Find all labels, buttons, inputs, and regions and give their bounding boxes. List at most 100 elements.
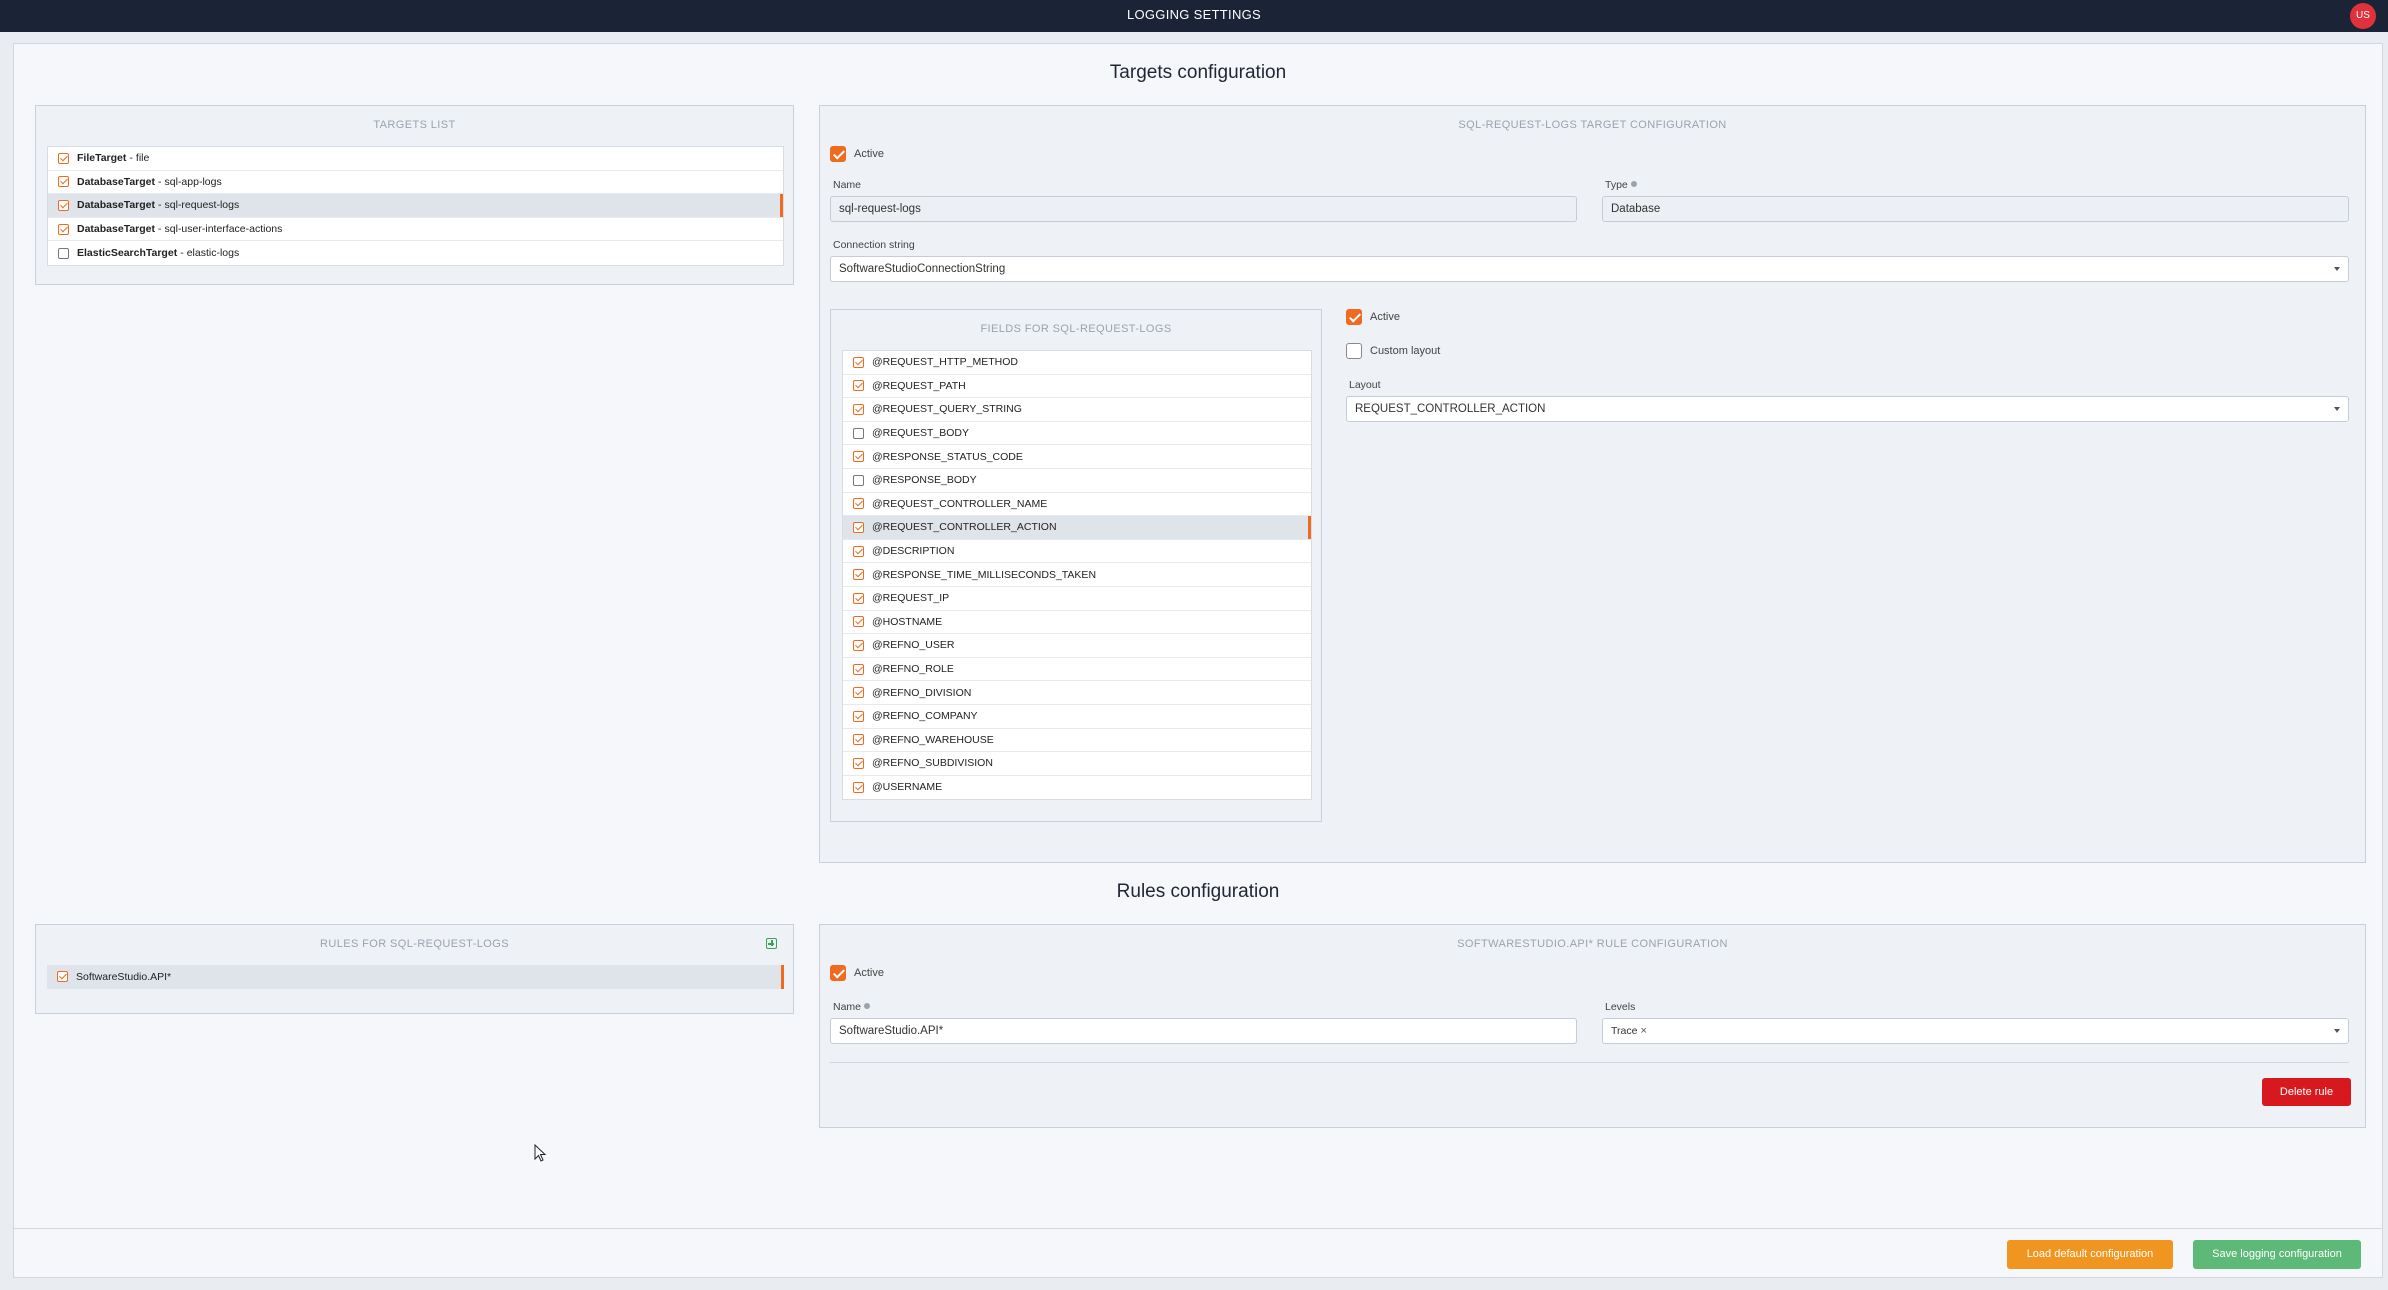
- target-separator: -: [158, 175, 162, 188]
- rule-levels-select[interactable]: Trace ×: [1602, 1018, 2349, 1044]
- field-label: @REQUEST_PATH: [872, 379, 966, 392]
- field-checkbox[interactable]: [853, 474, 864, 486]
- custom-layout-toggle[interactable]: Custom layout: [1346, 343, 1440, 359]
- field-active-toggle[interactable]: Active: [1346, 309, 1400, 325]
- target-type: DatabaseTarget: [77, 175, 156, 188]
- field-label: @REFNO_DIVISION: [872, 686, 972, 699]
- custom-layout-checkbox[interactable]: [1346, 343, 1362, 359]
- field-list-item[interactable]: @REFNO_DIVISION: [843, 681, 1311, 705]
- rule-list-item[interactable]: SoftwareStudio.API*: [47, 965, 784, 989]
- rule-active-toggle[interactable]: Active: [830, 965, 884, 981]
- field-checkbox[interactable]: [853, 663, 864, 675]
- field-checkbox[interactable]: [853, 569, 864, 581]
- field-checkbox[interactable]: [853, 781, 864, 793]
- field-checkbox[interactable]: [853, 403, 864, 415]
- field-checkbox[interactable]: [853, 545, 864, 557]
- layout-label: Layout: [1349, 379, 1381, 391]
- target-checkbox[interactable]: [58, 176, 69, 188]
- field-label: @REFNO_ROLE: [872, 663, 954, 676]
- user-avatar[interactable]: US: [2350, 3, 2376, 29]
- field-list-item[interactable]: @RESPONSE_STATUS_CODE: [843, 445, 1311, 469]
- info-icon[interactable]: [864, 1003, 871, 1009]
- connection-string-select[interactable]: SoftwareStudioConnectionString: [830, 256, 2349, 282]
- delete-rule-button[interactable]: Delete rule: [2262, 1078, 2351, 1106]
- field-label: @REQUEST_BODY: [872, 427, 970, 440]
- target-list-item[interactable]: DatabaseTarget - sql-app-logs: [48, 171, 783, 195]
- field-list-item[interactable]: @REFNO_ROLE: [843, 658, 1311, 682]
- field-active-checkbox[interactable]: [1346, 309, 1362, 325]
- target-checkbox[interactable]: [58, 223, 69, 235]
- window-title: LOGGING SETTINGS: [1126, 7, 1262, 22]
- field-label: @DESCRIPTION: [872, 545, 955, 558]
- rules-list-panel: RULES FOR SQL-REQUEST-LOGS SoftwareStudi…: [35, 924, 794, 1014]
- target-name: elastic-logs: [186, 247, 240, 260]
- rule-active-checkbox[interactable]: [830, 965, 846, 981]
- target-active-toggle[interactable]: Active: [830, 146, 884, 162]
- target-list-item[interactable]: ElasticSearchTarget - elastic-logs: [48, 241, 783, 265]
- field-list-item[interactable]: @REFNO_WAREHOUSE: [843, 729, 1311, 753]
- target-active-checkbox[interactable]: [830, 146, 846, 162]
- top-bar: LOGGING SETTINGS US: [0, 0, 2388, 32]
- rule-name-input[interactable]: SoftwareStudio.API*: [830, 1018, 1577, 1044]
- footer-divider: [14, 1228, 2382, 1229]
- target-name: sql-user-interface-actions: [164, 223, 283, 236]
- info-icon[interactable]: [1630, 181, 1637, 187]
- remove-tag-icon[interactable]: ×: [1640, 1019, 1646, 1043]
- target-checkbox[interactable]: [58, 247, 69, 259]
- target-type-input: Database: [1602, 196, 2349, 222]
- load-default-configuration-button[interactable]: Load default configuration: [2007, 1240, 2173, 1269]
- field-checkbox[interactable]: [853, 380, 864, 392]
- field-checkbox[interactable]: [853, 616, 864, 628]
- field-checkbox[interactable]: [853, 451, 864, 463]
- field-label: @REQUEST_CONTROLLER_NAME: [872, 497, 1048, 510]
- field-list-item[interactable]: @REFNO_SUBDIVISION: [843, 752, 1311, 776]
- field-list-item[interactable]: @REQUEST_PATH: [843, 375, 1311, 399]
- field-list-item[interactable]: @REQUEST_HTTP_METHOD: [843, 351, 1311, 375]
- target-type-label: Type: [1605, 179, 1637, 191]
- field-checkbox[interactable]: [853, 356, 864, 368]
- field-list-item[interactable]: @REQUEST_CONTROLLER_ACTION: [843, 516, 1311, 540]
- field-active-label: Active: [1370, 311, 1400, 323]
- target-checkbox[interactable]: [58, 199, 69, 211]
- target-checkbox[interactable]: [58, 152, 69, 164]
- target-list-item[interactable]: DatabaseTarget - sql-user-interface-action…: [48, 218, 783, 242]
- target-config-header: SQL-REQUEST-LOGS TARGET CONFIGURATION: [1458, 119, 1727, 131]
- field-checkbox[interactable]: [853, 734, 864, 746]
- rules-section-title: Rules configuration: [1116, 881, 1280, 902]
- field-list-item[interactable]: @REFNO_USER: [843, 634, 1311, 658]
- field-label: @RESPONSE_BODY: [872, 474, 977, 487]
- fields-panel: FIELDS FOR SQL-REQUEST-LOGS @REQUEST_HTT…: [830, 309, 1322, 822]
- fields-list: @REQUEST_HTTP_METHOD @REQUEST_PATH @REQUES…: [842, 350, 1312, 801]
- field-list-item[interactable]: @REFNO_COMPANY: [843, 705, 1311, 729]
- target-name-input[interactable]: sql-request-logs: [830, 196, 1577, 222]
- target-separator: -: [158, 199, 162, 212]
- rule-config-panel: SOFTWARESTUDIO.API* RULE CONFIGURATION A…: [819, 924, 2366, 1128]
- field-list-item[interactable]: @REQUEST_CONTROLLER_NAME: [843, 493, 1311, 517]
- field-checkbox[interactable]: [853, 592, 864, 604]
- add-rule-icon[interactable]: [766, 938, 777, 949]
- rule-config-divider: [830, 1062, 2349, 1063]
- field-list-item[interactable]: @RESPONSE_BODY: [843, 469, 1311, 493]
- field-checkbox[interactable]: [853, 710, 864, 722]
- field-checkbox[interactable]: [853, 687, 864, 699]
- field-list-item[interactable]: @RESPONSE_TIME_MILLISECONDS_TAKEN: [843, 563, 1311, 587]
- field-checkbox[interactable]: [853, 427, 864, 439]
- custom-layout-label: Custom layout: [1370, 345, 1441, 357]
- target-list-item[interactable]: FileTarget - file: [48, 147, 783, 171]
- field-checkbox[interactable]: [853, 639, 864, 651]
- field-list-item[interactable]: @REQUEST_QUERY_STRING: [843, 398, 1311, 422]
- field-checkbox[interactable]: [853, 498, 864, 510]
- field-list-item[interactable]: @DESCRIPTION: [843, 540, 1311, 564]
- field-list-item[interactable]: @USERNAME: [843, 776, 1311, 800]
- target-name: sql-app-logs: [164, 175, 222, 188]
- connection-string-label: Connection string: [833, 239, 915, 251]
- field-checkbox[interactable]: [853, 521, 864, 533]
- field-list-item[interactable]: @REQUEST_BODY: [843, 422, 1311, 446]
- field-list-item[interactable]: @REQUEST_IP: [843, 587, 1311, 611]
- target-list-item[interactable]: DatabaseTarget - sql-request-logs: [48, 194, 783, 218]
- layout-select[interactable]: REQUEST_CONTROLLER_ACTION: [1346, 396, 2349, 422]
- field-checkbox[interactable]: [853, 757, 864, 769]
- save-logging-configuration-button[interactable]: Save logging configuration: [2193, 1240, 2361, 1269]
- field-list-item[interactable]: @HOSTNAME: [843, 611, 1311, 635]
- rule-checkbox[interactable]: [57, 971, 68, 983]
